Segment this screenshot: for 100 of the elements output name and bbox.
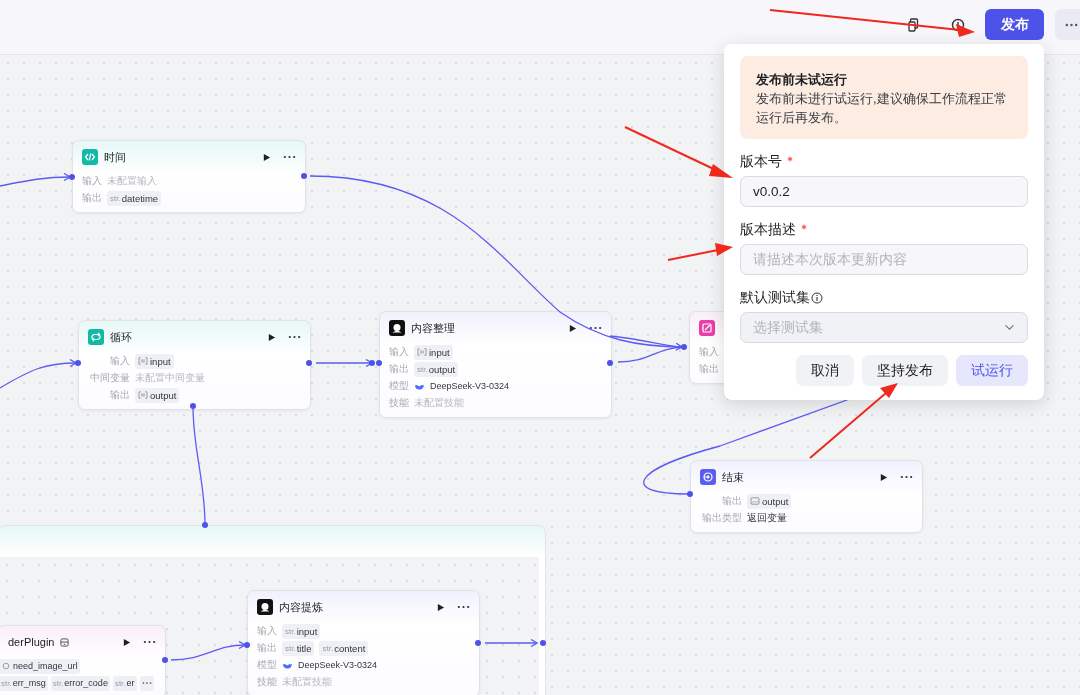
alert-message: 发布前未进行试运行,建议确保工作流程正常运行后再发布。 (756, 90, 1008, 127)
copy-icon[interactable] (907, 18, 921, 32)
run-icon[interactable] (122, 637, 131, 647)
run-icon[interactable] (262, 152, 271, 162)
workflow-node[interactable]: 结束 输出 output 输出类型 返回变量 (690, 460, 923, 533)
port-dot[interactable] (369, 360, 375, 366)
variable-tag: input (135, 353, 174, 369)
field-label: 中间变量 (89, 371, 130, 385)
description-input[interactable]: 请描述本次版本更新内容 (740, 244, 1028, 275)
port-dot[interactable] (376, 360, 382, 366)
more-icon (141, 681, 152, 685)
plugin-icon (60, 637, 70, 647)
more-tag[interactable] (139, 675, 154, 691)
node-title: 时间 (104, 149, 126, 165)
more-icon[interactable] (143, 640, 156, 644)
field-label: 输入 (109, 354, 130, 368)
dialog-button[interactable]: 坚持发布 (862, 355, 948, 386)
field-label: 输出类型 (701, 511, 742, 525)
field-label: 输出 (389, 362, 409, 376)
publish-button[interactable]: 发布 (985, 9, 1044, 40)
field-label: 输入 (82, 174, 102, 188)
alert-title: 发布前未试运行 (756, 71, 848, 89)
field-value: 返回变量 (747, 511, 787, 525)
port-dot[interactable] (202, 522, 208, 528)
dialog-button[interactable]: 取消 (796, 355, 854, 386)
field-label: 技能 (257, 675, 277, 689)
workflow-node[interactable]: 时间 输入 未配置输入 输出 str.datetime (72, 140, 306, 213)
required-icon (801, 223, 807, 230)
more-icon (1065, 22, 1078, 27)
code-icon (82, 149, 98, 165)
node-title: 内容整理 (411, 320, 455, 336)
workflow-node[interactable]: 循环 输入 input 中间变量 未配置中间变量 输出 output (78, 320, 311, 410)
run-icon[interactable] (436, 602, 445, 612)
port-dot[interactable] (75, 360, 81, 366)
field-label: 输入 (257, 624, 277, 638)
empty-value: 未配置输入 (107, 174, 157, 188)
variable-tag: str.datetime (107, 190, 162, 206)
port-dot[interactable] (540, 640, 546, 646)
image-edit-icon (699, 320, 715, 336)
variable-tag: output (135, 387, 180, 403)
more-icon[interactable] (457, 605, 470, 609)
field-label: 输出 (82, 191, 102, 205)
node-title: derPlugin (8, 636, 55, 648)
more-icon[interactable] (589, 326, 602, 330)
version-input[interactable]: v0.0.2 (740, 176, 1028, 207)
variable-tag: str.input (282, 623, 321, 639)
more-icon[interactable] (900, 475, 913, 479)
empty-value: 未配置中间变量 (135, 371, 205, 385)
node-title: 结束 (722, 469, 744, 485)
chevron-icon (1004, 324, 1015, 331)
port-dot[interactable] (301, 173, 307, 179)
run-icon[interactable] (879, 472, 888, 482)
field-label: 输出 (721, 494, 742, 508)
port-dot[interactable] (306, 360, 312, 366)
dialog-button[interactable]: 试运行 (956, 355, 1028, 386)
port-dot[interactable] (681, 344, 687, 350)
node-title: 内容提炼 (279, 599, 323, 615)
array-icon (138, 357, 148, 365)
variable-tag: str.title (282, 640, 315, 656)
port-dot[interactable] (190, 403, 196, 409)
connector-line (0, 172, 71, 187)
field-label: 版本号 (740, 152, 782, 171)
port-dot[interactable] (687, 491, 693, 497)
field-label: 版本描述 (740, 220, 796, 239)
port-dot[interactable] (162, 657, 168, 663)
exit-icon (700, 469, 716, 485)
variable-tag: str.output (414, 361, 459, 377)
field-label: 输出 (699, 362, 719, 376)
info-icon[interactable] (811, 291, 823, 304)
circle-icon (1, 662, 11, 670)
variable-tag: output (747, 493, 792, 509)
variable-tag: input (414, 344, 453, 360)
field-label: 默认测试集 (740, 288, 810, 307)
variable-tag: str.er (112, 675, 137, 691)
port-dot[interactable] (244, 642, 250, 648)
run-icon[interactable] (267, 332, 276, 342)
required-icon (787, 155, 793, 162)
field-label: 模型 (389, 379, 409, 393)
array-icon (417, 348, 427, 356)
field-label: 输出 (257, 641, 277, 655)
array-icon (138, 391, 148, 399)
more-icon[interactable] (283, 155, 296, 159)
port-dot[interactable] (475, 640, 481, 646)
field-label: 技能 (389, 396, 409, 410)
annotation-arrow (667, 243, 733, 261)
variable-tag: str.err_msg (0, 675, 48, 691)
loop-icon (88, 329, 104, 345)
port-dot[interactable] (607, 360, 613, 366)
model-name: DeepSeek-V3-0324 (298, 660, 378, 670)
port-dot[interactable] (69, 174, 75, 180)
field-label: 输入 (389, 345, 409, 359)
connector-line (484, 638, 538, 648)
field-label: 模型 (257, 658, 277, 672)
more-icon[interactable] (288, 335, 301, 339)
field-label: 输入 (699, 345, 719, 359)
model-icon (389, 320, 405, 336)
workflow-node[interactable]: derPlugin need_image_url str.err_msg str.error_code str.er (0, 625, 166, 695)
run-icon[interactable] (568, 323, 577, 333)
image-icon (750, 497, 760, 505)
field-label: 输出 (109, 388, 130, 402)
